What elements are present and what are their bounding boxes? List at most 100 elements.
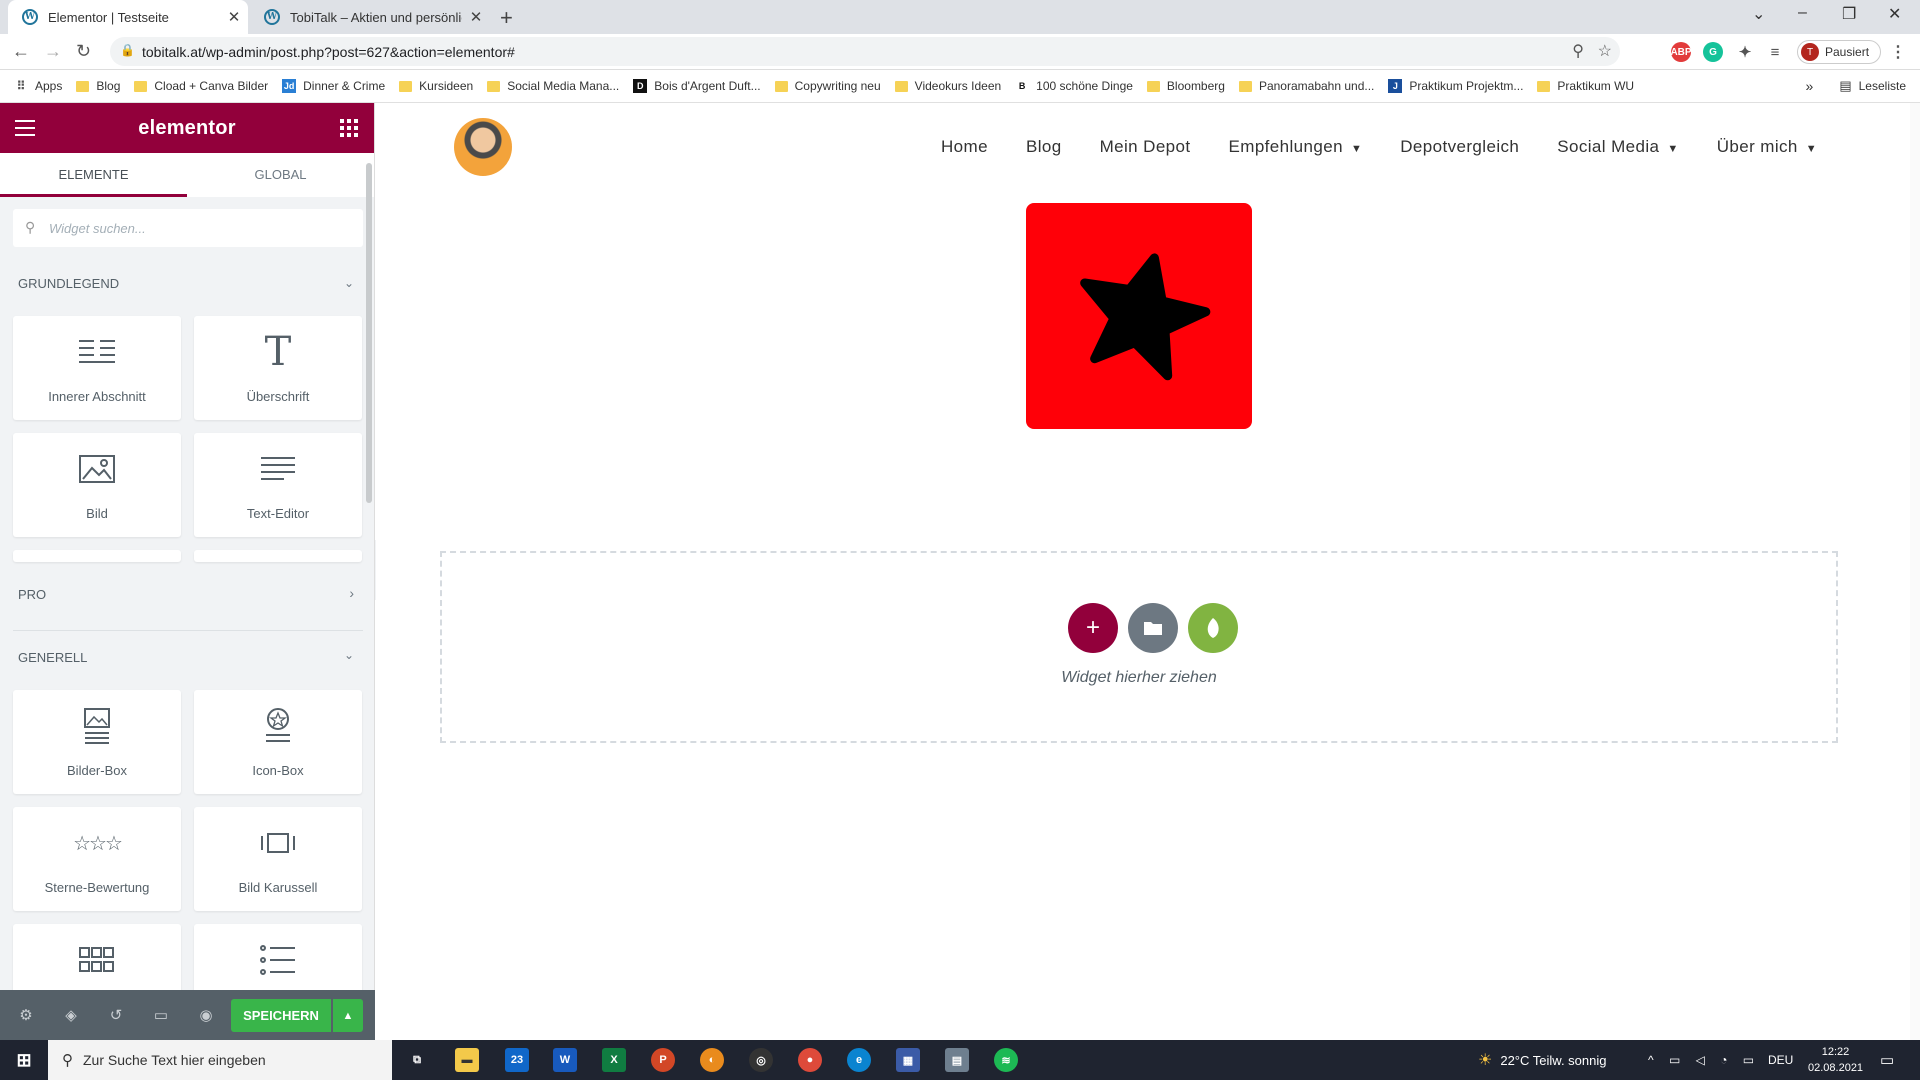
media-queue-icon[interactable]: ≡	[1765, 42, 1785, 62]
star-image-widget[interactable]	[1026, 203, 1252, 429]
bookmark-praktikum-projekt[interactable]: J Praktikum Projektm...	[1388, 79, 1523, 93]
notifications-icon[interactable]: ▭	[1880, 1040, 1894, 1080]
url-field[interactable]: 🔒 tobitalk.at/wp-admin/post.php?post=627…	[110, 37, 1620, 66]
chevron-down-icon[interactable]: ⌄	[344, 276, 354, 290]
bookmark-bloomberg[interactable]: Bloomberg	[1146, 79, 1225, 93]
save-button[interactable]: SPEICHERN	[231, 999, 331, 1032]
file-explorer-icon[interactable]: ▬	[455, 1048, 479, 1072]
settings-icon[interactable]: ⚙	[7, 1006, 45, 1024]
browser-tab-elementor[interactable]: W Elementor | Testseite ✕	[8, 0, 248, 34]
save-options-icon[interactable]: ▲	[333, 999, 363, 1032]
add-section-button[interactable]: +	[1068, 603, 1118, 653]
new-tab-icon[interactable]: +	[500, 5, 513, 31]
widget-image-carousel[interactable]: Bild Karussell	[194, 807, 362, 911]
category-general[interactable]: GENERELL	[18, 650, 87, 665]
browser-tab-tobitalk[interactable]: W TobiTalk – Aktien und persönliche ✕	[250, 0, 490, 34]
bookmark-panoramabahn[interactable]: Panoramabahn und...	[1238, 79, 1374, 93]
bookmark-apps[interactable]: ⠿ Apps	[14, 79, 63, 93]
close-icon[interactable]: ✕	[462, 8, 490, 26]
bookmark-blog[interactable]: Blog	[76, 79, 120, 93]
zoom-icon[interactable]: ⚲	[1572, 41, 1584, 61]
profile-button[interactable]: T Pausiert	[1797, 40, 1881, 64]
powerpoint-icon[interactable]: P	[651, 1048, 675, 1072]
windows-start-icon[interactable]: ⊞	[12, 1048, 36, 1072]
grammarly-icon[interactable]: G	[1703, 42, 1723, 62]
widget-inner-section[interactable]: Innerer Abschnitt	[13, 316, 181, 420]
edge-icon[interactable]: e	[847, 1048, 871, 1072]
word-icon[interactable]: W	[553, 1048, 577, 1072]
calculator-icon[interactable]: ▤	[945, 1048, 969, 1072]
clock[interactable]: 12:22 02.08.2021	[1808, 1044, 1863, 1076]
minimize-icon[interactable]: –	[1798, 4, 1807, 22]
widget-image[interactable]: Bild	[13, 433, 181, 537]
widget-star-rating[interactable]: ☆☆☆ Sterne-Bewertung	[13, 807, 181, 911]
nav-ueber-mich[interactable]: Über mich ▼	[1717, 137, 1817, 157]
close-icon[interactable]: ✕	[220, 8, 248, 26]
category-pro[interactable]: PRO	[18, 587, 46, 602]
nav-blog[interactable]: Blog	[1026, 137, 1062, 157]
page-scrollbar[interactable]	[1910, 103, 1920, 1040]
widget-text-editor[interactable]: Text-Editor	[194, 433, 362, 537]
reload-icon[interactable]: ↻	[76, 41, 91, 62]
hamburger-menu-icon[interactable]	[15, 120, 35, 136]
tray-icons[interactable]: ^ ▭ ◁ ◔ ▭	[1648, 1040, 1760, 1080]
nav-mein-depot[interactable]: Mein Depot	[1100, 137, 1191, 157]
bookmark-dinner[interactable]: Jd Dinner & Crime	[282, 79, 385, 93]
bookmark-copywriting[interactable]: Copywriting neu	[774, 79, 881, 93]
nav-depotvergleich[interactable]: Depotvergleich	[1400, 137, 1519, 157]
bookmark-star-icon[interactable]: ☆	[1598, 41, 1612, 61]
weather-widget[interactable]: ☀ 22°C Teilw. sonnig	[1478, 1040, 1606, 1080]
chrome-icon[interactable]: ●	[798, 1048, 822, 1072]
bookmark-cload[interactable]: Cload + Canva Bilder	[134, 79, 268, 93]
widget-search-input[interactable]: ⚲ Widget suchen...	[13, 209, 363, 247]
navigator-layers-icon[interactable]: ◈	[52, 1006, 90, 1024]
restore-icon[interactable]: ❐	[1842, 4, 1856, 24]
bookmark-social[interactable]: Social Media Mana...	[487, 79, 619, 93]
spotify-icon[interactable]: ≋	[994, 1048, 1018, 1072]
bookmark-kursideen[interactable]: Kursideen	[399, 79, 473, 93]
adblock-icon[interactable]: ABP	[1670, 42, 1692, 62]
bookmark-bois[interactable]: D Bois d'Argent Duft...	[633, 79, 761, 93]
history-icon[interactable]: ↺	[97, 1006, 135, 1024]
widget-partial[interactable]	[194, 550, 362, 562]
envato-kit-button[interactable]	[1188, 603, 1238, 653]
task-view-icon[interactable]: ⧉	[405, 1048, 429, 1072]
bookmark-100[interactable]: B 100 schöne Dinge	[1015, 79, 1133, 93]
nav-empfehlungen[interactable]: Empfehlungen ▼	[1229, 137, 1363, 157]
menu-icon[interactable]: ⋮	[1888, 42, 1908, 62]
tab-search-icon[interactable]: ⌄	[1752, 4, 1765, 24]
nav-home[interactable]: Home	[941, 137, 988, 157]
add-template-button[interactable]	[1128, 603, 1178, 653]
taskbar-search-input[interactable]: ⚲ Zur Suche Text hier eingeben	[48, 1040, 392, 1080]
site-logo-avatar[interactable]	[454, 118, 512, 176]
app-icon[interactable]: ◐	[700, 1048, 724, 1072]
empty-section-dropzone[interactable]: + Widget hierher ziehen	[440, 551, 1838, 743]
widget-image-box[interactable]: Bilder-Box	[13, 690, 181, 794]
window-close-icon[interactable]: ✕	[1888, 4, 1901, 24]
panel-scrollbar[interactable]	[366, 163, 372, 503]
excel-icon[interactable]: X	[602, 1048, 626, 1072]
back-icon[interactable]: ←	[12, 41, 30, 62]
category-basic[interactable]: GRUNDLEGEND	[18, 276, 119, 291]
widget-heading[interactable]: T Überschrift	[194, 316, 362, 420]
extensions-icon[interactable]: ✦	[1735, 42, 1755, 62]
preview-eye-icon[interactable]: ◉	[187, 1006, 225, 1024]
obs-icon[interactable]: ◎	[749, 1048, 773, 1072]
chevron-right-icon[interactable]: ›	[349, 585, 354, 601]
bookmark-videokurs[interactable]: Videokurs Ideen	[894, 79, 1001, 93]
chevron-down-icon[interactable]: ⌄	[344, 648, 354, 662]
widgets-grid-icon[interactable]	[340, 119, 358, 137]
responsive-mode-icon[interactable]: ▭	[142, 1006, 180, 1024]
more-bookmarks-icon[interactable]: »	[1806, 78, 1814, 94]
tab-global[interactable]: GLOBAL	[187, 153, 374, 197]
widget-partial[interactable]	[13, 550, 181, 562]
tab-elements[interactable]: ELEMENTE	[0, 153, 187, 197]
language-indicator[interactable]: DEU	[1768, 1040, 1793, 1080]
app-icon[interactable]: ▦	[896, 1048, 920, 1072]
forward-icon[interactable]: →	[44, 41, 62, 62]
widget-icon-box[interactable]: Icon-Box	[194, 690, 362, 794]
mail-icon[interactable]: 23	[505, 1048, 529, 1072]
bookmark-praktikum-wu[interactable]: Praktikum WU	[1537, 79, 1634, 93]
reading-list[interactable]: » ▤ Leseliste	[1806, 78, 1906, 94]
nav-social-media[interactable]: Social Media ▼	[1557, 137, 1678, 157]
